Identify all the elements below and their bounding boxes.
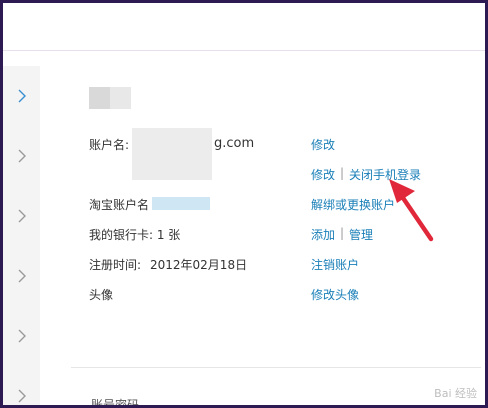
link-separator: | — [340, 166, 345, 180]
password-section-heading: 账号密码 — [91, 398, 140, 405]
edit-avatar-link[interactable]: 修改头像 — [311, 286, 359, 303]
sidebar-item-chevron-right-icon[interactable] — [17, 388, 27, 404]
register-time-value: 2012年02月18日 — [150, 258, 248, 272]
add-bank-card-link[interactable]: 添加 — [311, 226, 335, 243]
sidebar-item-chevron-right-icon[interactable] — [17, 88, 27, 104]
sidebar-item-chevron-right-icon[interactable] — [17, 328, 27, 344]
account-settings-panel: 账户名: g.com 修改 修改 | 关闭手机登录 淘宝账户名 解绑或更换账户 … — [40, 51, 485, 405]
edit-phone-link[interactable]: 修改 — [311, 166, 335, 183]
baidu-watermark: Bai 经验 — [434, 387, 477, 400]
register-time-label: 注册时间: — [89, 258, 142, 272]
manage-bank-card-link[interactable]: 管理 — [349, 226, 373, 243]
link-separator: | — [340, 226, 345, 240]
avatar-label: 头像 — [89, 288, 114, 302]
bank-card-label: 我的银行卡: 1 张 — [89, 228, 181, 242]
close-phone-login-link[interactable]: 关闭手机登录 — [349, 166, 421, 183]
sidebar-item-chevron-right-icon[interactable] — [17, 148, 27, 164]
section-divider — [71, 367, 481, 368]
blurred-username — [89, 87, 131, 109]
sidebar-item-chevron-right-icon[interactable] — [17, 268, 27, 284]
sidebar — [3, 66, 40, 405]
top-header-bar — [3, 3, 485, 50]
taobao-account-label: 淘宝账户名 — [89, 198, 150, 212]
blurred-taobao-name — [152, 197, 210, 210]
edit-account-link[interactable]: 修改 — [311, 136, 335, 153]
cancel-account-link[interactable]: 注销账户 — [311, 256, 359, 273]
account-name-value: g.com — [214, 136, 255, 151]
sidebar-item-chevron-right-icon[interactable] — [17, 208, 27, 224]
blurred-account-name — [132, 128, 212, 180]
screenshot-frame: 账户名: g.com 修改 修改 | 关闭手机登录 淘宝账户名 解绑或更换账户 … — [3, 3, 485, 405]
account-name-label: 账户名: — [89, 138, 130, 152]
unbind-taobao-link[interactable]: 解绑或更换账户 — [311, 196, 395, 213]
